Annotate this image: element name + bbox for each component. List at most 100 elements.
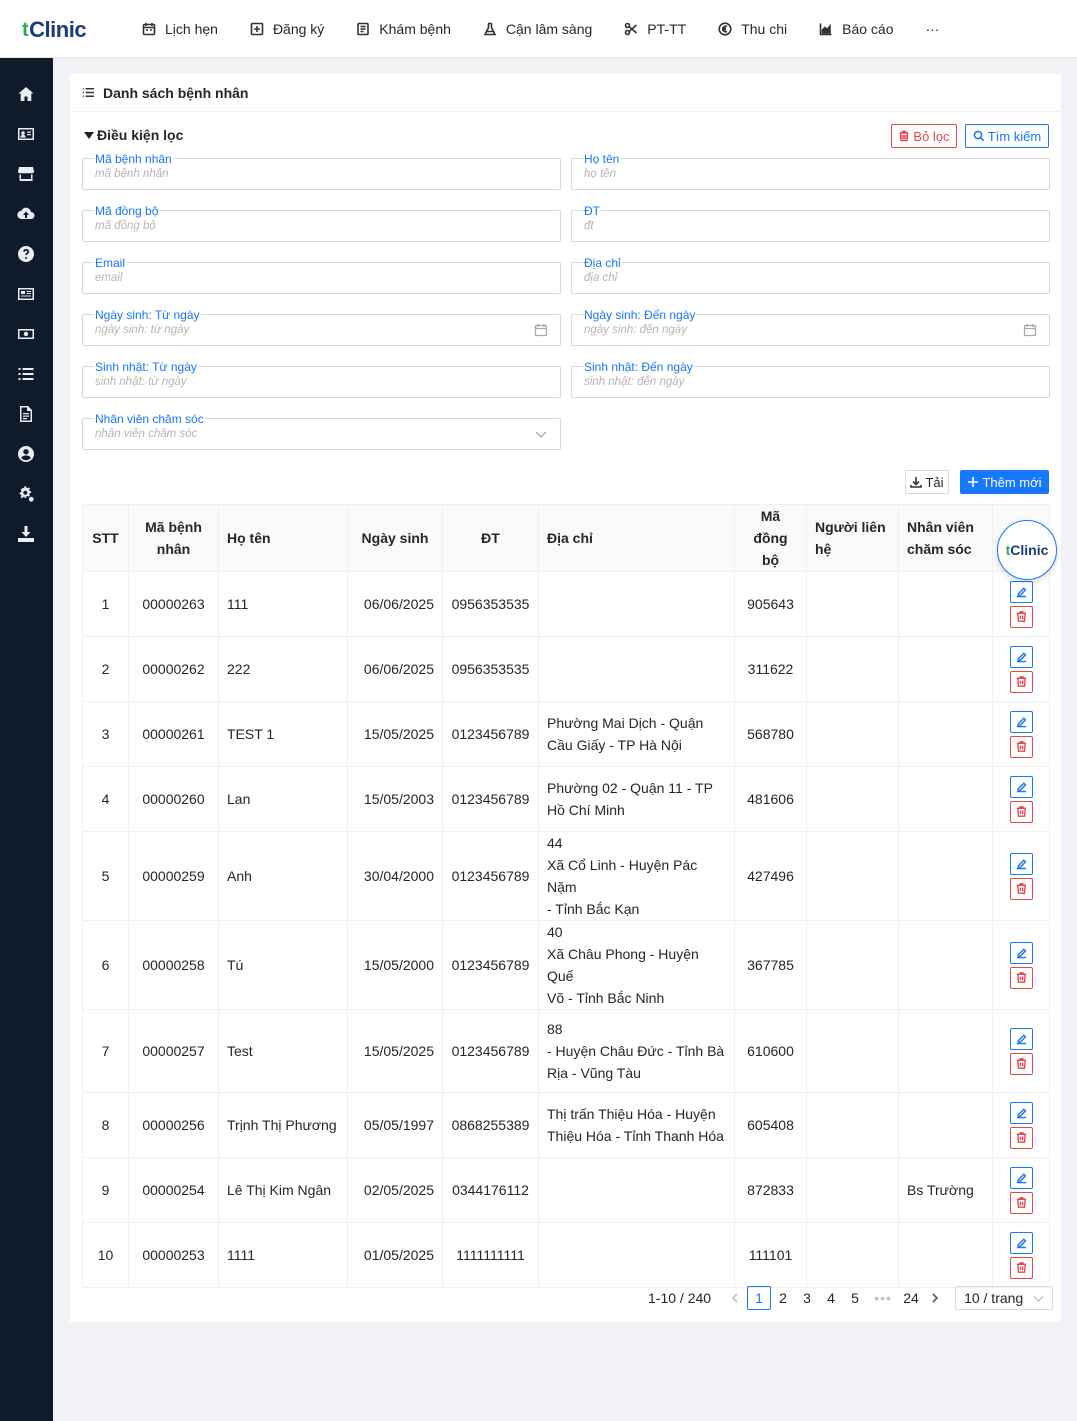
filter-field-6[interactable]: Ngày sinh: Từ ngày ngày sinh: từ ngày bbox=[82, 308, 561, 346]
cell-stt: 5 bbox=[82, 831, 129, 921]
edit-button[interactable] bbox=[1009, 941, 1033, 964]
edit-icon bbox=[1016, 587, 1026, 598]
page-3[interactable]: 3 bbox=[795, 1286, 819, 1310]
delete-button[interactable] bbox=[1009, 966, 1033, 989]
edit-button[interactable] bbox=[1009, 645, 1033, 668]
page-4[interactable]: 4 bbox=[819, 1286, 843, 1310]
filter-field-4[interactable]: Email email bbox=[82, 256, 561, 294]
nav-item-label: Khám bệnh bbox=[379, 21, 451, 37]
page-1[interactable]: 1 bbox=[747, 1286, 772, 1310]
page-size-select[interactable]: 10 / trang bbox=[955, 1286, 1054, 1310]
delete-button[interactable] bbox=[1009, 1256, 1033, 1279]
sidebar-item-money[interactable] bbox=[16, 324, 36, 344]
filter-field-5[interactable]: Địa chỉ địa chỉ bbox=[571, 256, 1050, 294]
table-row[interactable]: 9 00000254 Lê Thị Kim Ngân 02/05/2025 034417… bbox=[82, 1157, 1050, 1223]
delete-button[interactable] bbox=[1009, 1191, 1033, 1214]
calendar-icon-wrap bbox=[1023, 323, 1037, 337]
edit-button[interactable] bbox=[1009, 1101, 1033, 1124]
nav-item-label: Thu chi bbox=[741, 21, 788, 37]
nav-item-6[interactable]: Báo cáo bbox=[803, 0, 909, 58]
table-header-row: STT Mã bệnh nhân Họ tên Ngày sinh ĐT Địa chỉ M… bbox=[82, 504, 1050, 572]
sidebar-item-newspaper[interactable] bbox=[16, 284, 36, 304]
sidebar-item-home[interactable] bbox=[16, 84, 36, 104]
cell-stt: 4 bbox=[82, 766, 129, 832]
table-row[interactable]: 1 00000263 111 06/06/2025 0956353535 905643 bbox=[82, 571, 1050, 637]
delete-button[interactable] bbox=[1009, 670, 1033, 693]
table-row[interactable]: 8 00000256 Trịnh Thị Phương 05/05/1997 08682… bbox=[82, 1092, 1050, 1158]
cell-patient-id: 00000260 bbox=[128, 766, 219, 832]
delete-button[interactable] bbox=[1009, 1126, 1033, 1149]
trash-icon bbox=[1016, 676, 1026, 687]
cell-name: Anh bbox=[218, 831, 348, 921]
filter-field-1[interactable]: Họ tên họ tên bbox=[571, 152, 1050, 190]
edit-button[interactable] bbox=[1009, 852, 1033, 875]
nav-item-1[interactable]: Đăng ký bbox=[234, 0, 340, 58]
table-row[interactable]: 5 00000259 Anh 30/04/2000 0123456789 44 Xã Cổ … bbox=[82, 831, 1050, 921]
delete-button[interactable] bbox=[1009, 735, 1033, 758]
app-logo[interactable]: t Clinic bbox=[22, 17, 87, 43]
delete-button[interactable] bbox=[1009, 605, 1033, 628]
filter-field-3[interactable]: ĐT đt bbox=[571, 204, 1050, 242]
delete-button[interactable] bbox=[1009, 1052, 1033, 1075]
page-2[interactable]: 2 bbox=[771, 1286, 795, 1310]
clear-filter-button[interactable]: Bỏ lọc bbox=[891, 124, 957, 148]
filter-field-0[interactable]: Mã bệnh nhân mã bệnh nhân bbox=[82, 152, 561, 190]
edit-button[interactable] bbox=[1009, 775, 1033, 798]
sidebar-item-question[interactable] bbox=[16, 244, 36, 264]
sidebar-item-list[interactable] bbox=[16, 364, 36, 384]
edit-button[interactable] bbox=[1009, 1231, 1033, 1254]
nav-item-0[interactable]: Lịch hẹn bbox=[126, 0, 234, 58]
nav-item-5[interactable]: Thu chi bbox=[702, 0, 803, 58]
nav-item-7[interactable]: ··· bbox=[909, 0, 955, 58]
add-new-button[interactable]: Thêm mới bbox=[960, 470, 1049, 494]
field-placeholder: mã bệnh nhân bbox=[95, 168, 169, 180]
trash-icon bbox=[1016, 972, 1026, 983]
download-icon bbox=[18, 526, 34, 542]
sidebar-item-id-card[interactable] bbox=[16, 124, 36, 144]
page-ellipsis[interactable]: ••• bbox=[867, 1286, 899, 1310]
filter-toggle[interactable]: Điều kiện lọc bbox=[84, 127, 183, 143]
table-row[interactable]: 7 00000257 Test 15/05/2025 0123456789 88 - Huy… bbox=[82, 1009, 1050, 1093]
cell-stt: 7 bbox=[82, 1009, 129, 1093]
prev-page-button[interactable] bbox=[723, 1286, 747, 1310]
search-button[interactable]: Tìm kiếm bbox=[965, 124, 1049, 148]
edit-button[interactable] bbox=[1009, 710, 1033, 733]
delete-button[interactable] bbox=[1009, 877, 1033, 900]
table-row[interactable]: 10 00000253 1111 01/05/2025 1111111111 111101 bbox=[82, 1222, 1050, 1288]
sidebar-item-settings[interactable] bbox=[16, 484, 36, 504]
sidebar-item-download[interactable] bbox=[16, 524, 36, 544]
sidebar-item-cloud-upload[interactable] bbox=[16, 204, 36, 224]
sidebar-item-user-circle[interactable] bbox=[16, 444, 36, 464]
edit-button[interactable] bbox=[1009, 580, 1033, 603]
edit-button[interactable] bbox=[1009, 1027, 1033, 1050]
download-button[interactable]: Tải bbox=[905, 470, 949, 494]
edit-icon bbox=[1016, 1173, 1026, 1184]
filter-field-7[interactable]: Ngày sinh: Đến ngày ngày sinh: đến ngày bbox=[571, 308, 1050, 346]
floating-clinic-badge[interactable]: t Clinic bbox=[997, 520, 1057, 580]
page-last[interactable]: 24 bbox=[899, 1286, 923, 1310]
edit-icon bbox=[1016, 782, 1026, 793]
table-row[interactable]: 6 00000258 Tú 15/05/2000 0123456789 40 Xã Châu… bbox=[82, 920, 1050, 1010]
main-nav: Lịch hẹn Đăng ký Khám bệnh Cận lâm sàng PT-T… bbox=[126, 0, 955, 58]
nav-item-3[interactable]: Cận lâm sàng bbox=[467, 0, 608, 58]
filter-field-9[interactable]: Sinh nhật: Đến ngày sinh nhật: đến ngày bbox=[571, 360, 1050, 398]
table-row[interactable]: 3 00000261 TEST 1 15/05/2025 0123456789 Phườn… bbox=[82, 701, 1050, 767]
cell-actions bbox=[992, 831, 1050, 921]
filter-field-8[interactable]: Sinh nhật: Từ ngày sinh nhật: từ ngày bbox=[82, 360, 561, 398]
cell-actions bbox=[992, 1092, 1050, 1158]
nav-item-4[interactable]: PT-TT bbox=[608, 0, 702, 58]
sidebar-item-file-text[interactable] bbox=[16, 404, 36, 424]
edit-button[interactable] bbox=[1009, 1166, 1033, 1189]
nav-item-2[interactable]: Khám bệnh bbox=[340, 0, 467, 58]
filter-field-10[interactable]: Nhân viên chăm sóc nhân viên chăm sóc bbox=[82, 412, 561, 450]
table-row[interactable]: 2 00000262 222 06/06/2025 0956353535 311622 bbox=[82, 636, 1050, 702]
page-5[interactable]: 5 bbox=[843, 1286, 867, 1310]
list-icon bbox=[18, 368, 34, 380]
delete-button[interactable] bbox=[1009, 800, 1033, 823]
page-size-value: 10 / trang bbox=[964, 1290, 1024, 1306]
sidebar-item-shop[interactable] bbox=[16, 164, 36, 184]
cell-phone: 1111111111 bbox=[442, 1222, 539, 1288]
next-page-button[interactable] bbox=[923, 1286, 947, 1310]
table-row[interactable]: 4 00000260 Lan 15/05/2003 0123456789 Phường 0… bbox=[82, 766, 1050, 832]
filter-field-2[interactable]: Mã đồng bộ mã đồng bộ bbox=[82, 204, 561, 242]
